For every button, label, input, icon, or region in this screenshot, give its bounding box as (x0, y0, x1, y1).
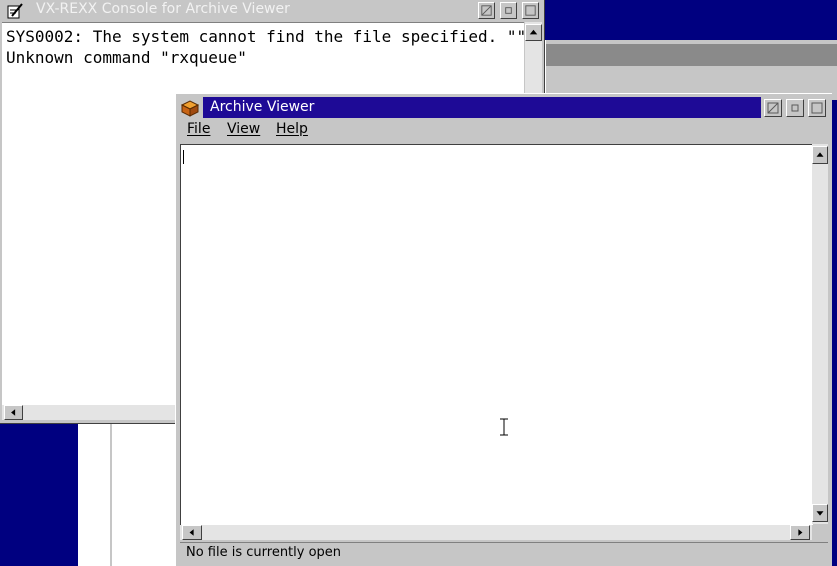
scroll-down-button[interactable] (812, 504, 828, 522)
menu-help[interactable]: Help (276, 121, 308, 137)
status-text: No file is currently open (186, 545, 342, 560)
menu-file[interactable]: File (187, 121, 210, 137)
arrow-right-icon (798, 529, 803, 536)
console-line: SYS0002: The system cannot find the file… (6, 27, 527, 46)
restore-icon (505, 7, 512, 14)
background-window-titlebar[interactable] (546, 44, 837, 66)
viewer-minimize-button[interactable] (764, 99, 782, 117)
background-panel (78, 424, 178, 566)
minimize-icon (767, 102, 779, 114)
restore-icon (791, 104, 799, 112)
background-panel-divider (110, 424, 112, 566)
scroll-right-button[interactable] (790, 525, 810, 540)
viewer-window[interactable]: Archive Viewer File View Help No file is… (175, 93, 832, 566)
viewer-horizontal-scrollbar[interactable] (180, 525, 812, 540)
viewer-restore-button[interactable] (786, 99, 804, 117)
maximize-icon (525, 5, 536, 16)
console-title: VX-REXX Console for Archive Viewer (36, 1, 290, 17)
arrow-up-icon (816, 152, 824, 157)
arrow-down-icon (816, 511, 824, 516)
maximize-icon (811, 102, 823, 114)
console-restore-button[interactable] (500, 2, 517, 19)
menu-view[interactable]: View (227, 121, 260, 137)
scroll-up-button[interactable] (525, 24, 542, 41)
minimize-icon (481, 5, 492, 16)
arrow-left-icon (189, 529, 194, 536)
console-line: Unknown command "rxqueue" (6, 48, 247, 67)
status-bar: No file is currently open (180, 542, 828, 563)
arrow-left-icon (11, 409, 16, 416)
ibeam-cursor-icon (499, 418, 509, 436)
notepad-pencil-icon[interactable] (6, 2, 24, 20)
archive-box-icon[interactable] (180, 98, 200, 118)
scroll-left-button[interactable] (182, 525, 202, 540)
text-caret (183, 150, 184, 164)
arrow-up-icon (529, 29, 538, 35)
background-window[interactable] (545, 40, 837, 100)
scroll-left-button[interactable] (4, 405, 23, 420)
viewer-maximize-button[interactable] (808, 99, 826, 117)
console-maximize-button[interactable] (522, 2, 539, 19)
viewer-titlebar[interactable]: Archive Viewer (203, 97, 761, 118)
scroll-up-button[interactable] (812, 146, 828, 164)
console-minimize-button[interactable] (478, 2, 495, 19)
viewer-title: Archive Viewer (210, 99, 315, 115)
viewer-content-area[interactable] (180, 144, 813, 525)
menu-bar: File View Help (176, 119, 831, 141)
viewer-vertical-scrollbar[interactable] (812, 144, 828, 524)
console-titlebar[interactable]: VX-REXX Console for Archive Viewer (2, 0, 476, 21)
